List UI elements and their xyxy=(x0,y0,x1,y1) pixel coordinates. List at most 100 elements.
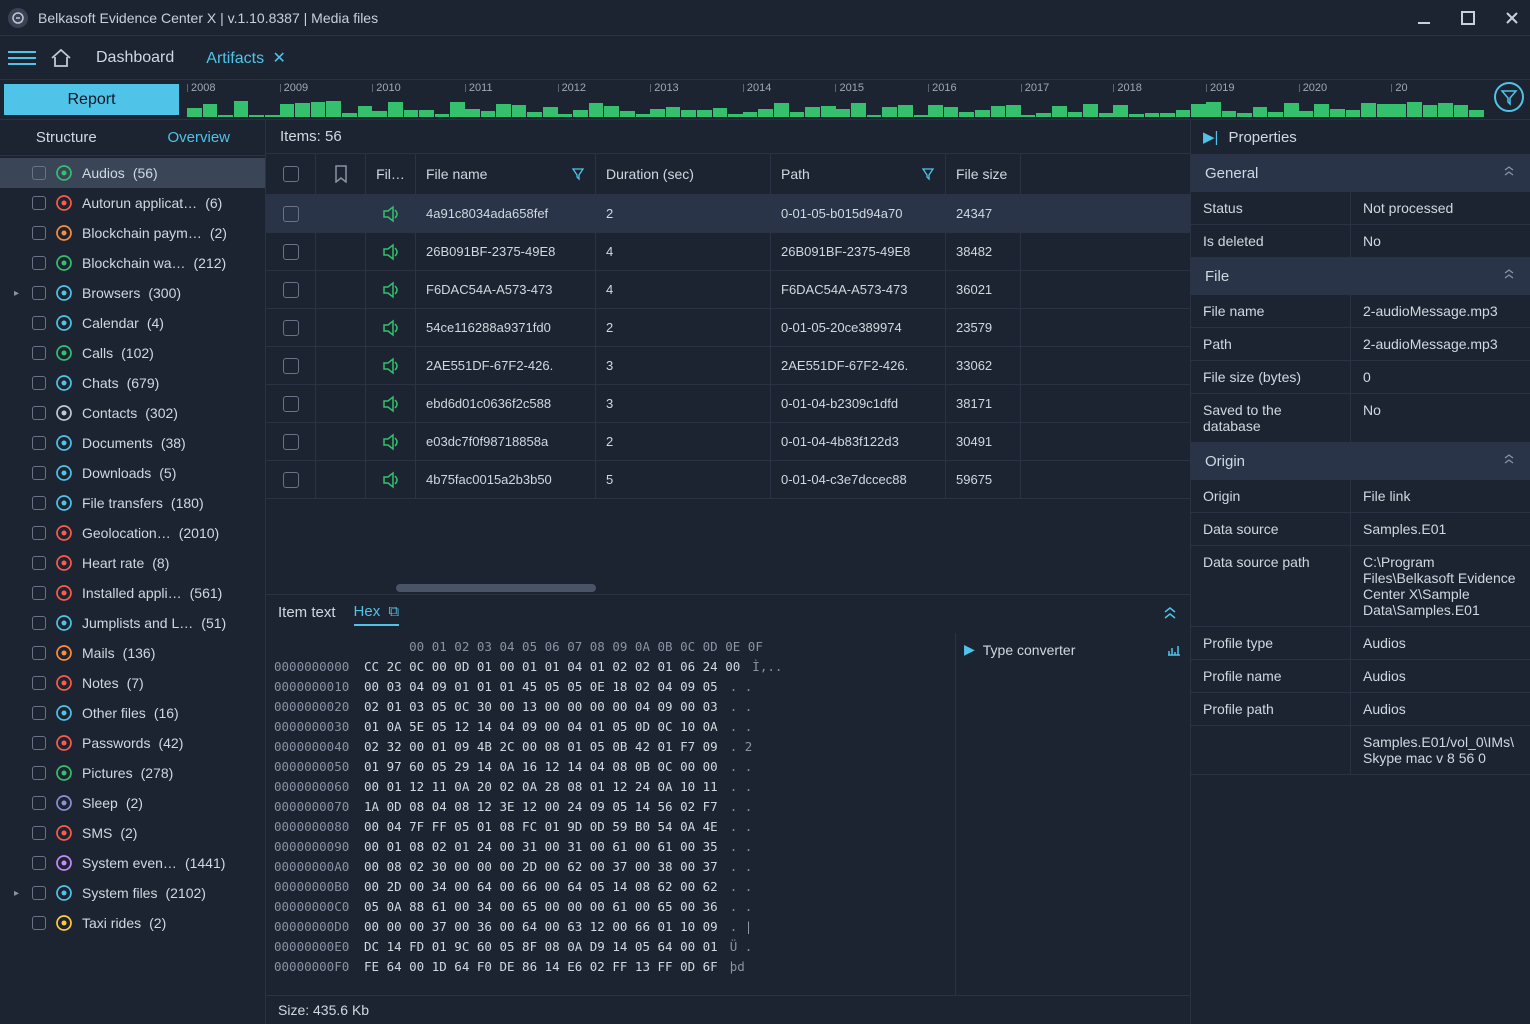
sidebar-item[interactable]: Contacts (302) xyxy=(0,398,265,428)
sidebar-item[interactable]: Blockchain paym… (2) xyxy=(0,218,265,248)
menu-icon[interactable] xyxy=(8,44,36,72)
col-bookmark[interactable] xyxy=(316,154,366,194)
table-row[interactable]: 54ce116288a9371fd0 2 0-01-05-20ce389974 … xyxy=(266,309,1190,347)
sidebar-item[interactable]: Blockchain wa… (212) xyxy=(0,248,265,278)
col-name-label[interactable]: File name xyxy=(426,166,487,182)
table-row[interactable]: 2AE551DF-67F2-426. 3 2AE551DF-67F2-426. … xyxy=(266,347,1190,385)
checkbox[interactable] xyxy=(32,226,46,240)
checkbox[interactable] xyxy=(32,286,46,300)
close-button[interactable] xyxy=(1502,8,1522,28)
checkbox[interactable] xyxy=(283,434,299,450)
sidebar-item[interactable]: Passwords (42) xyxy=(0,728,265,758)
checkbox[interactable] xyxy=(32,676,46,690)
table-row[interactable]: ebd6d01c0636f2c588 3 0-01-04-b2309c1dfd … xyxy=(266,385,1190,423)
sidebar-item[interactable]: Sleep (2) xyxy=(0,788,265,818)
checkbox[interactable] xyxy=(32,736,46,750)
checkbox[interactable] xyxy=(32,406,46,420)
checkbox[interactable] xyxy=(32,526,46,540)
col-size-label[interactable]: File size xyxy=(956,166,1007,182)
checkbox[interactable] xyxy=(32,166,46,180)
checkbox[interactable] xyxy=(283,282,299,298)
tab-hex[interactable]: Hex ⧉ xyxy=(354,603,400,626)
prop-section-general[interactable]: General xyxy=(1191,155,1530,192)
checkbox[interactable] xyxy=(283,396,299,412)
checkbox[interactable] xyxy=(32,796,46,810)
col-duration-label[interactable]: Duration (sec) xyxy=(606,166,694,182)
col-checkbox[interactable] xyxy=(266,154,316,194)
expand-icon[interactable]: ▸ xyxy=(14,288,24,299)
popout-icon[interactable]: ⧉ xyxy=(388,603,399,620)
col-type-label[interactable]: Fil… xyxy=(376,166,405,182)
tab-dashboard[interactable]: Dashboard xyxy=(86,43,184,73)
chart-icon[interactable] xyxy=(1166,643,1182,657)
checkbox[interactable] xyxy=(32,646,46,660)
table-row[interactable]: e03dc7f0f98718858a 2 0-01-04-4b83f122d3 … xyxy=(266,423,1190,461)
sidebar-item[interactable]: SMS (2) xyxy=(0,818,265,848)
sidebar-item[interactable]: Audios (56) xyxy=(0,158,265,188)
sidebar-item[interactable]: ▸ Browsers (300) xyxy=(0,278,265,308)
filter-icon[interactable] xyxy=(921,167,935,181)
sidebar-item[interactable]: Calendar (4) xyxy=(0,308,265,338)
sidebar-item[interactable]: Mails (136) xyxy=(0,638,265,668)
sidebar-item[interactable]: Taxi rides (2) xyxy=(0,908,265,938)
checkbox[interactable] xyxy=(32,256,46,270)
tab-item-text[interactable]: Item text xyxy=(278,604,336,625)
sidebar-item[interactable]: Calls (102) xyxy=(0,338,265,368)
sidebar-item[interactable]: Chats (679) xyxy=(0,368,265,398)
checkbox[interactable] xyxy=(32,826,46,840)
maximize-button[interactable] xyxy=(1458,8,1478,28)
col-path-label[interactable]: Path xyxy=(781,166,810,182)
sidebar-item[interactable]: System even… (1441) xyxy=(0,848,265,878)
checkbox[interactable] xyxy=(32,766,46,780)
collapse-icon[interactable] xyxy=(1162,606,1178,622)
sidebar-item[interactable]: Autorun applicat… (6) xyxy=(0,188,265,218)
panel-icon[interactable]: ▶| xyxy=(1203,128,1218,146)
prop-section-origin[interactable]: Origin xyxy=(1191,443,1530,480)
sidebar-tab-overview[interactable]: Overview xyxy=(133,120,266,155)
checkbox[interactable] xyxy=(32,886,46,900)
table-row[interactable]: 4b75fac0015a2b3b50 5 0-01-04-c3e7dccec88… xyxy=(266,461,1190,499)
play-icon[interactable]: ▶ xyxy=(964,641,975,658)
checkbox[interactable] xyxy=(32,496,46,510)
checkbox[interactable] xyxy=(32,916,46,930)
sidebar-item[interactable]: Heart rate (8) xyxy=(0,548,265,578)
checkbox[interactable] xyxy=(32,706,46,720)
sidebar-item[interactable]: File transfers (180) xyxy=(0,488,265,518)
report-button[interactable]: Report xyxy=(4,84,179,115)
checkbox[interactable] xyxy=(283,320,299,336)
checkbox[interactable] xyxy=(32,586,46,600)
sidebar-item[interactable]: Other files (16) xyxy=(0,698,265,728)
checkbox[interactable] xyxy=(32,856,46,870)
filter-icon[interactable] xyxy=(571,167,585,181)
close-icon[interactable]: ✕ xyxy=(273,50,286,67)
sidebar-item[interactable]: Installed appli… (561) xyxy=(0,578,265,608)
sidebar-item[interactable]: ▸ System files (2102) xyxy=(0,878,265,908)
checkbox[interactable] xyxy=(283,244,299,260)
hex-dump[interactable]: 00 01 02 03 04 05 06 07 08 09 0A 0B 0C 0… xyxy=(266,633,955,995)
checkbox[interactable] xyxy=(32,316,46,330)
checkbox[interactable] xyxy=(32,196,46,210)
expand-icon[interactable]: ▸ xyxy=(14,888,24,899)
tab-artifacts[interactable]: Artifacts ✕ xyxy=(196,42,296,74)
checkbox[interactable] xyxy=(32,376,46,390)
checkbox[interactable] xyxy=(32,466,46,480)
timeline[interactable]: 2008200920102011201220132014201520162017… xyxy=(183,80,1488,119)
minimize-button[interactable] xyxy=(1414,8,1434,28)
checkbox[interactable] xyxy=(32,346,46,360)
horizontal-scrollbar[interactable] xyxy=(266,582,1190,594)
checkbox[interactable] xyxy=(32,436,46,450)
checkbox[interactable] xyxy=(32,556,46,570)
sidebar-item[interactable]: Geolocation… (2010) xyxy=(0,518,265,548)
table-row[interactable]: 4a91c8034ada658fef 2 0-01-05-b015d94a70 … xyxy=(266,195,1190,233)
sidebar-item[interactable]: Pictures (278) xyxy=(0,758,265,788)
checkbox[interactable] xyxy=(32,616,46,630)
checkbox[interactable] xyxy=(283,472,299,488)
sidebar-item[interactable]: Documents (38) xyxy=(0,428,265,458)
table-row[interactable]: F6DAC54A-A573-473 4 F6DAC54A-A573-473 36… xyxy=(266,271,1190,309)
home-icon[interactable] xyxy=(48,45,74,71)
checkbox[interactable] xyxy=(283,358,299,374)
sidebar-item[interactable]: Downloads (5) xyxy=(0,458,265,488)
sidebar-item[interactable]: Jumplists and L… (51) xyxy=(0,608,265,638)
timeline-filter-button[interactable] xyxy=(1494,82,1524,112)
checkbox[interactable] xyxy=(283,206,299,222)
